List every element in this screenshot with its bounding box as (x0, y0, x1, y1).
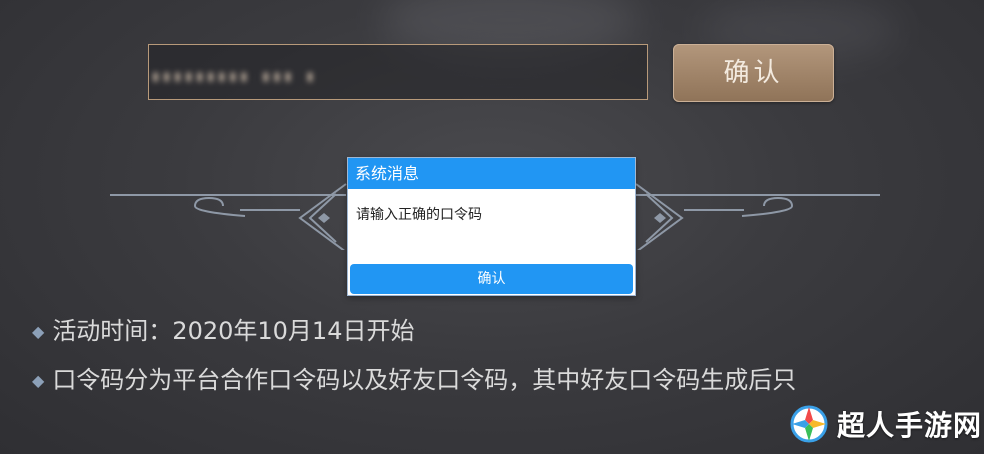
masked-code-value: ▮▮▮▮▮▮▮▮▮ ▮▮▮ ▮ (151, 67, 317, 85)
info-line-text: 活动时间：2020年10月14日开始 (52, 317, 415, 345)
info-line-code-types: ◆ 口令码分为平台合作口令码以及好友口令码，其中好友口令码生成后只 (32, 362, 922, 399)
dialog-title: 系统消息 (348, 158, 635, 189)
confirm-button[interactable]: 确认 (673, 44, 834, 102)
diamond-bullet-icon: ◆ (32, 322, 45, 341)
dialog-message: 请输入正确的口令码 (356, 207, 482, 223)
diamond-icon (318, 213, 330, 223)
watermark-logo-icon (790, 405, 828, 443)
info-line-activity-time: ◆ 活动时间：2020年10月14日开始 (32, 313, 414, 350)
code-input-field[interactable]: ▮▮▮▮▮▮▮▮▮ ▮▮▮ ▮ (148, 44, 648, 100)
watermark-text: 超人手游网 (837, 409, 983, 442)
info-line-text: 口令码分为平台合作口令码以及好友口令码，其中好友口令码生成后只 (52, 366, 797, 394)
watermark: 超人手游网 (787, 402, 982, 446)
diamond-icon (654, 213, 666, 223)
diamond-bullet-icon: ◆ (32, 371, 45, 390)
system-message-dialog: 系统消息 请输入正确的口令码 确认 (347, 157, 636, 296)
dialog-ok-button[interactable]: 确认 (350, 264, 633, 294)
